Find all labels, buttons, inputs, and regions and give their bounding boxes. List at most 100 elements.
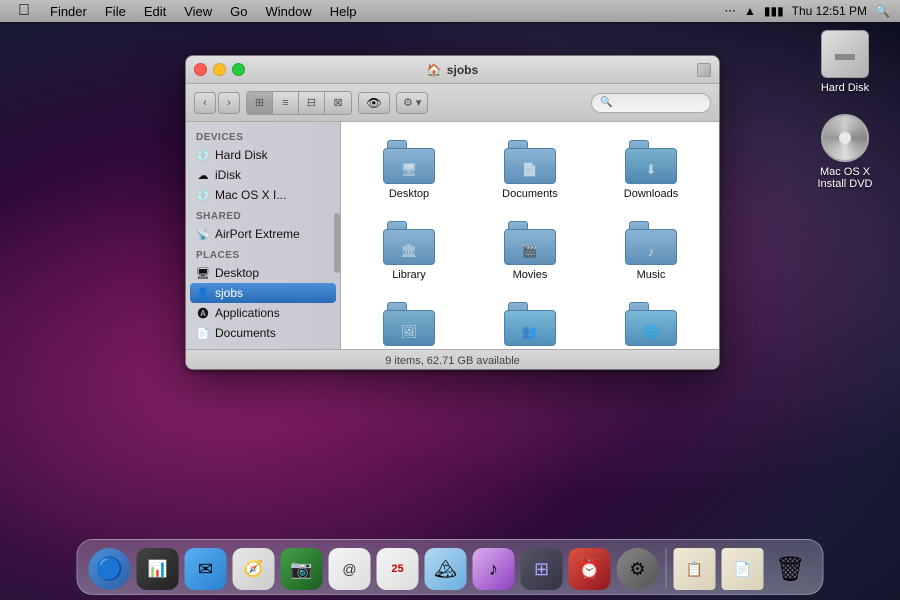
menubar-edit[interactable]: Edit <box>136 2 174 21</box>
menubar-finder[interactable]: Finder <box>42 2 95 21</box>
sidebar-item-idisk[interactable]: ☁ iDisk <box>186 165 340 185</box>
preview-pdf-dock-icon: 📄 <box>722 548 764 590</box>
window-title-text: sjobs <box>447 63 478 77</box>
finder-dock-icon: 🔵 <box>89 548 131 590</box>
dock-item-mail[interactable]: ✉ <box>184 546 228 590</box>
spaces-dock-icon: ⊞ <box>521 548 563 590</box>
dock-item-safari[interactable]: 🧭 <box>232 546 276 590</box>
desktop-icon-hard-disk[interactable]: Hard Disk <box>810 30 880 94</box>
dock-item-trash[interactable]: 🗑 <box>769 546 813 590</box>
menubar-help[interactable]: Help <box>322 2 365 21</box>
spotlight-icon[interactable]: 🔍 <box>875 4 890 18</box>
sidebar-item-mac-os-x[interactable]: 💿 Mac OS X I... <box>186 185 340 205</box>
sidebar-idisk-label: iDisk <box>215 168 241 182</box>
dvd-label: Mac OS X Install DVD <box>810 166 880 190</box>
preview-dock-icon: 📋 <box>674 548 716 590</box>
toolbar: ‹ › ⊞ ≡ ⊟ ⊠ 👁 ⚙ ▾ 🔍 <box>186 84 719 122</box>
menubar-go[interactable]: Go <box>222 2 255 21</box>
mail-dock-icon: ✉ <box>185 548 227 590</box>
status-text: 9 items, 62.71 GB available <box>385 355 520 367</box>
dock-item-time-machine[interactable]: ⏰ <box>568 546 612 590</box>
bluetooth-icon: ⋅⋅⋅ <box>725 4 736 18</box>
idisk-sidebar-icon: ☁ <box>196 168 210 182</box>
downloads-folder-icon: ⬇ <box>625 140 677 184</box>
view-list-button[interactable]: ≡ <box>273 92 299 114</box>
sidebar-section-places: PLACES <box>186 244 340 263</box>
sidebar-item-applications[interactable]: 🅐 Applications <box>186 303 340 323</box>
public-folder-icon: 👥 <box>504 302 556 346</box>
apple-menu[interactable]:  <box>8 2 40 20</box>
resize-button[interactable] <box>697 63 711 77</box>
dock-item-address-book[interactable]: @ <box>328 546 372 590</box>
applications-sidebar-icon: 🅐 <box>196 306 210 320</box>
sidebar-item-airport[interactable]: 📡 AirPort Extreme <box>186 224 340 244</box>
dock-item-iphoto[interactable]: 🏔 <box>424 546 468 590</box>
dock-item-facetime[interactable]: 📷 <box>280 546 324 590</box>
dock-item-finder[interactable]: 🔵 <box>88 546 132 590</box>
menubar-view[interactable]: View <box>176 2 220 21</box>
view-icon-button[interactable]: ⊞ <box>247 92 273 114</box>
maximize-button[interactable] <box>232 63 245 76</box>
sidebar-item-hard-disk[interactable]: 💿 Hard Disk <box>186 145 340 165</box>
file-item-library[interactable]: 🏛 Library <box>351 213 467 289</box>
desktop-icon-area: Hard Disk Mac OS X Install DVD <box>810 30 880 190</box>
forward-button[interactable]: › <box>218 92 240 114</box>
dock-item-spaces[interactable]: ⊞ <box>520 546 564 590</box>
hard-disk-label: Hard Disk <box>821 82 869 94</box>
file-item-music[interactable]: ♪ Music <box>593 213 709 289</box>
view-column-button[interactable]: ⊟ <box>299 92 325 114</box>
dock-item-sys-prefs[interactable]: ⚙ <box>616 546 660 590</box>
pictures-folder-icon: 🖼 <box>383 302 435 346</box>
menubar-file[interactable]: File <box>97 2 134 21</box>
dock-item-ical[interactable]: 25 <box>376 546 420 590</box>
status-bar: 9 items, 62.71 GB available <box>186 349 719 370</box>
file-item-desktop[interactable]: 🖥 Desktop <box>351 132 467 208</box>
dock-item-preview-pdf[interactable]: 📄 <box>721 546 765 590</box>
sidebar-item-sjobs[interactable]: 👤 sjobs <box>190 283 336 303</box>
documents-sidebar-icon: 📄 <box>196 326 210 340</box>
menubar:  Finder File Edit View Go Window Help ⋅… <box>0 0 900 22</box>
sidebar-section-shared: SHARED <box>186 205 340 224</box>
sites-folder-icon: 🌐 <box>625 302 677 346</box>
sidebar-section-devices: DEVICES <box>186 126 340 145</box>
traffic-lights <box>194 63 245 76</box>
dvd-icon <box>821 114 869 162</box>
view-buttons: ⊞ ≡ ⊟ ⊠ <box>246 91 352 115</box>
documents-file-label: Documents <box>502 188 558 200</box>
battery-indicator: ▮▮▮ <box>764 4 784 18</box>
sidebar-item-desktop[interactable]: 🖥 Desktop <box>186 263 340 283</box>
dock-separator <box>666 548 667 588</box>
view-coverflow-button[interactable]: ⊠ <box>325 92 351 114</box>
file-item-downloads[interactable]: ⬇ Downloads <box>593 132 709 208</box>
search-icon: 🔍 <box>600 97 612 108</box>
dock: 🔵 📊 ✉ 🧭 📷 @ 25 🏔 ♪ ⊞ ⏰ ⚙ 📋 📄 🗑 <box>77 539 824 595</box>
dock-item-itunes[interactable]: ♪ <box>472 546 516 590</box>
trash-dock-icon: 🗑 <box>770 548 812 590</box>
file-item-public[interactable]: 👥 Public <box>472 294 588 349</box>
time-machine-dock-icon: ⏰ <box>569 548 611 590</box>
sidebar-desktop-label: Desktop <box>215 266 259 280</box>
file-item-documents[interactable]: 📄 Documents <box>472 132 588 208</box>
activity-monitor-dock-icon: 📊 <box>137 548 179 590</box>
back-button[interactable]: ‹ <box>194 92 216 114</box>
minimize-button[interactable] <box>213 63 226 76</box>
sidebar: DEVICES 💿 Hard Disk ☁ iDisk 💿 Mac OS X I… <box>186 122 341 349</box>
mac-os-x-sidebar-icon: 💿 <box>196 188 210 202</box>
dock-item-preview[interactable]: 📋 <box>673 546 717 590</box>
sidebar-scrollbar[interactable] <box>334 213 340 273</box>
close-button[interactable] <box>194 63 207 76</box>
action-button[interactable]: ⚙ ▾ <box>396 92 428 114</box>
search-box[interactable]: 🔍 <box>591 93 711 113</box>
dock-item-activity-monitor[interactable]: 📊 <box>136 546 180 590</box>
quick-look-button[interactable]: 👁 <box>358 92 390 114</box>
desktop-sidebar-icon: 🖥 <box>196 266 210 280</box>
sidebar-item-documents[interactable]: 📄 Documents <box>186 323 340 343</box>
window-title: 🏠 sjobs <box>427 63 478 77</box>
finder-window: 🏠 sjobs ‹ › ⊞ ≡ ⊟ ⊠ 👁 ⚙ ▾ 🔍 DEVICES 💿 Ha… <box>185 55 720 370</box>
desktop-icon-dvd[interactable]: Mac OS X Install DVD <box>810 114 880 190</box>
file-item-movies[interactable]: 🎬 Movies <box>472 213 588 289</box>
menubar-window[interactable]: Window <box>258 2 320 21</box>
file-item-pictures[interactable]: 🖼 Pictures <box>351 294 467 349</box>
itunes-dock-icon: ♪ <box>473 548 515 590</box>
file-item-sites[interactable]: 🌐 Sites <box>593 294 709 349</box>
